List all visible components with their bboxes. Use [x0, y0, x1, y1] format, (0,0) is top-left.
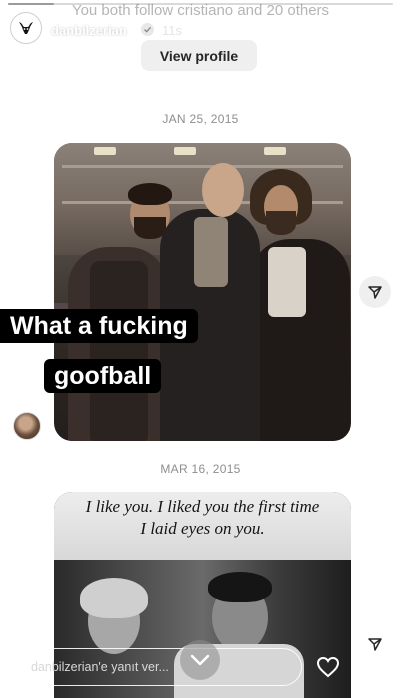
story-screen: You both follow cristiano and 20 others … [0, 0, 401, 698]
caption-line-1: What a fucking [0, 309, 198, 343]
more-icon[interactable] [356, 20, 382, 40]
message-date: JAN 25, 2015 [162, 112, 239, 126]
heart-icon[interactable] [314, 654, 342, 680]
send-icon[interactable] [354, 654, 382, 680]
message-date: MAR 16, 2015 [160, 462, 241, 476]
story-timestamp: 11s [162, 23, 182, 38]
verified-badge-icon [141, 23, 154, 36]
quote-text-area: I like you. I liked you the first time I… [54, 492, 351, 560]
quote-line-2: I laid eyes on you. [140, 519, 265, 538]
story-progress-bar [8, 3, 393, 5]
story-progress-fill [8, 3, 55, 5]
mute-icon[interactable] [320, 20, 340, 40]
goat-logo-icon[interactable] [10, 12, 42, 44]
caption-line-2: goofball [44, 359, 162, 393]
play-icon[interactable] [287, 20, 307, 40]
share-icon[interactable] [359, 276, 391, 308]
story-reply-input[interactable] [12, 648, 302, 686]
story-header: danbilzerian 11s [10, 10, 391, 50]
shared-photo[interactable] [54, 143, 351, 441]
sender-avatar[interactable] [13, 412, 41, 440]
chevron-down-icon[interactable] [180, 640, 220, 680]
quote-line-1: I like you. I liked you the first time [85, 497, 320, 516]
story-username[interactable]: danbilzerian [51, 23, 127, 38]
